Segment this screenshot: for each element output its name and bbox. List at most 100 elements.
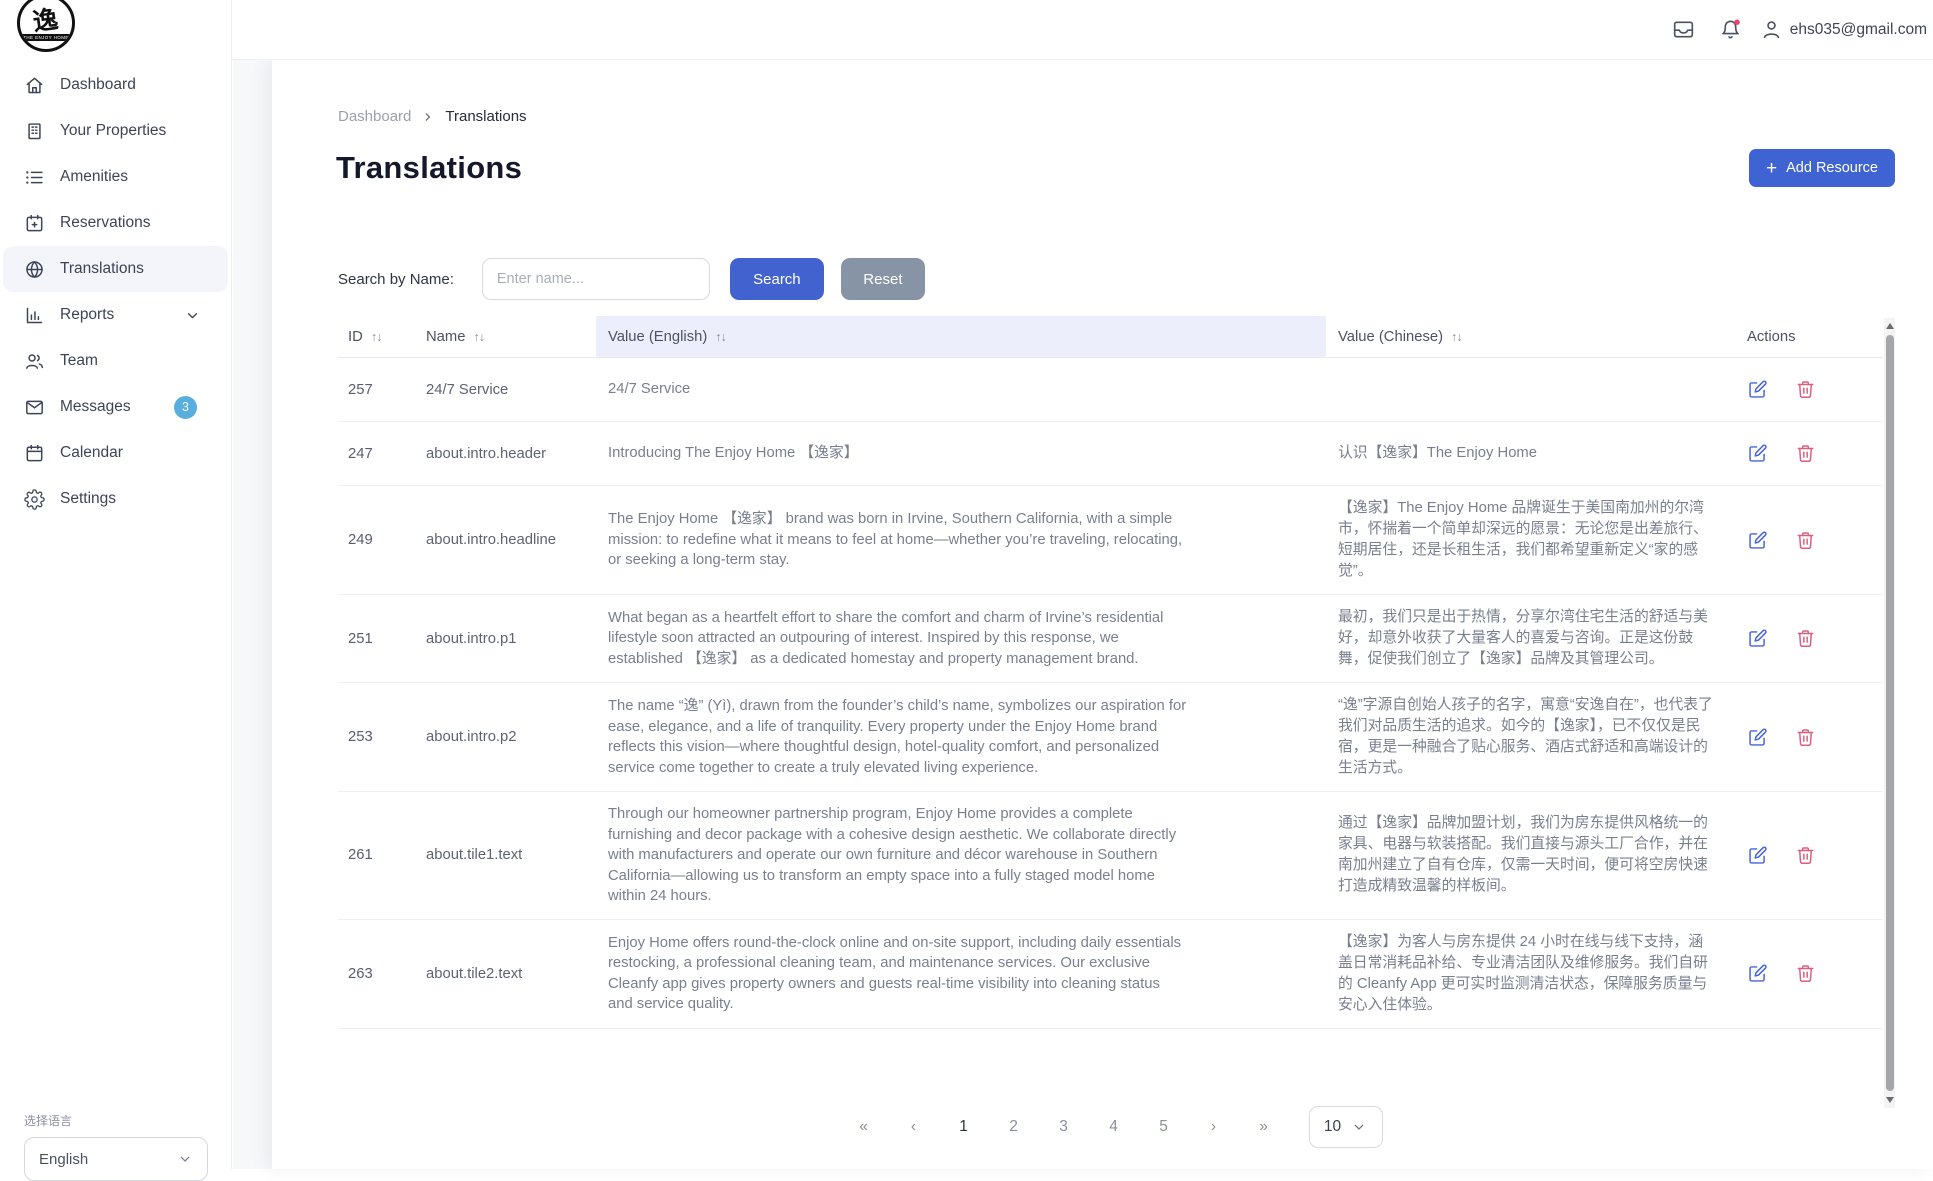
sidebar-item-settings[interactable]: Settings xyxy=(0,476,231,522)
sort-icon[interactable]: ↑↓ xyxy=(1451,330,1462,344)
pagination-page-4[interactable]: 4 xyxy=(1100,1118,1128,1136)
pagination-first[interactable]: « xyxy=(850,1118,878,1136)
trash-icon[interactable] xyxy=(1795,963,1816,984)
add-resource-button[interactable]: + Add Resource xyxy=(1749,149,1895,187)
cell-name: about.intro.p2 xyxy=(420,729,596,745)
edit-icon[interactable] xyxy=(1747,727,1768,748)
bar-chart-icon xyxy=(24,305,45,326)
breadcrumb-dashboard-link[interactable]: Dashboard xyxy=(338,108,411,125)
cell-value-english: Introducing The Enjoy Home 【逸家】 xyxy=(596,443,1326,464)
bell-icon[interactable] xyxy=(1719,18,1742,41)
page-size-select[interactable]: 10 xyxy=(1309,1106,1383,1148)
pagination-page-1[interactable]: 1 xyxy=(950,1118,978,1136)
gear-icon xyxy=(24,489,45,510)
cell-id: 251 xyxy=(338,631,420,647)
top-bar: ehs035@gmail.com xyxy=(232,0,1933,60)
sidebar-item-your-properties[interactable]: Your Properties xyxy=(0,108,231,154)
scrollbar-thumb[interactable] xyxy=(1886,335,1894,1091)
inbox-icon[interactable] xyxy=(1672,18,1695,41)
language-select[interactable]: English xyxy=(24,1137,208,1181)
sidebar-item-label: Amenities xyxy=(60,168,128,186)
add-resource-label: Add Resource xyxy=(1786,160,1878,176)
cell-value-chinese: 最初，我们只是出于热情，分享尔湾住宅生活的舒适与美好，却意外收获了大量客人的喜爱… xyxy=(1326,607,1733,670)
cell-id: 261 xyxy=(338,847,420,863)
trash-icon[interactable] xyxy=(1795,379,1816,400)
pagination-page-3[interactable]: 3 xyxy=(1050,1118,1078,1136)
page-title: Translations xyxy=(336,150,522,186)
scroll-down-arrow[interactable] xyxy=(1886,1097,1894,1103)
sidebar-item-label: Calendar xyxy=(60,444,123,462)
messages-count-badge: 3 xyxy=(174,396,197,419)
sidebar-item-team[interactable]: Team xyxy=(0,338,231,384)
sidebar-item-reservations[interactable]: Reservations xyxy=(0,200,231,246)
pagination-page-2[interactable]: 2 xyxy=(1000,1118,1028,1136)
column-header-name: Name xyxy=(426,329,465,345)
chevron-down-icon xyxy=(184,307,201,324)
sidebar-item-label: Reports xyxy=(60,306,114,324)
list-icon xyxy=(24,167,45,188)
search-input[interactable] xyxy=(482,258,710,300)
language-label: 选择语言 xyxy=(24,1112,208,1129)
search-button[interactable]: Search xyxy=(730,258,824,300)
user-icon[interactable] xyxy=(1760,18,1783,41)
table-scrollbar[interactable] xyxy=(1884,318,1895,1108)
scroll-up-arrow[interactable] xyxy=(1886,323,1894,329)
reset-button[interactable]: Reset xyxy=(841,258,925,300)
sidebar-item-label: Team xyxy=(60,352,98,370)
cell-value-english: The name “逸” (Yì), drawn from the founde… xyxy=(596,696,1326,778)
account-email[interactable]: ehs035@gmail.com xyxy=(1790,21,1927,39)
cell-value-english: What began as a heartfelt effort to shar… xyxy=(596,608,1326,670)
pagination-page-5[interactable]: 5 xyxy=(1150,1118,1178,1136)
cell-value-chinese: 认识【逸家】The Enjoy Home xyxy=(1326,443,1733,464)
notification-dot xyxy=(1734,19,1740,25)
edit-icon[interactable] xyxy=(1747,530,1768,551)
sidebar-item-calendar[interactable]: Calendar xyxy=(0,430,231,476)
trash-icon[interactable] xyxy=(1795,727,1816,748)
trash-icon[interactable] xyxy=(1795,628,1816,649)
pagination-last[interactable]: » xyxy=(1250,1118,1278,1136)
edit-icon[interactable] xyxy=(1747,963,1768,984)
sidebar-item-label: Translations xyxy=(60,260,144,278)
language-picker: 选择语言 English xyxy=(24,1112,208,1181)
table-row: 247 about.intro.header Introducing The E… xyxy=(338,422,1883,486)
chevron-down-icon xyxy=(1351,1119,1367,1135)
column-header-value-chinese: Value (Chinese) xyxy=(1338,329,1443,345)
sidebar-item-label: Messages xyxy=(60,398,131,416)
cell-id: 253 xyxy=(338,729,420,745)
brand-logo[interactable]: 逸 THE ENJOY HOME xyxy=(17,0,75,52)
pagination-prev[interactable]: ‹ xyxy=(900,1118,928,1136)
trash-icon[interactable] xyxy=(1795,530,1816,551)
table-row: 253 about.intro.p2 The name “逸” (Yì), dr… xyxy=(338,683,1883,792)
cell-id: 247 xyxy=(338,446,420,462)
cell-value-english: The Enjoy Home 【逸家】 brand was born in Ir… xyxy=(596,509,1326,571)
sidebar-item-messages[interactable]: Messages 3 xyxy=(0,384,231,430)
trash-icon[interactable] xyxy=(1795,443,1816,464)
calendar-plus-icon xyxy=(24,213,45,234)
sort-icon[interactable]: ↑↓ xyxy=(371,330,382,344)
cell-id: 249 xyxy=(338,532,420,548)
cell-value-english: Through our homeowner partnership progra… xyxy=(596,804,1326,907)
calendar-icon xyxy=(24,443,45,464)
building-icon xyxy=(24,121,45,142)
sidebar-item-dashboard[interactable]: Dashboard xyxy=(0,62,231,108)
edit-icon[interactable] xyxy=(1747,628,1768,649)
sidebar-item-reports[interactable]: Reports xyxy=(0,292,231,338)
edit-icon[interactable] xyxy=(1747,845,1768,866)
table-row: 249 about.intro.headline The Enjoy Home … xyxy=(338,486,1883,595)
sort-icon[interactable]: ↑↓ xyxy=(473,330,484,344)
cell-value-english: 24/7 Service xyxy=(596,379,1326,400)
table-row: 261 about.tile1.text Through our homeown… xyxy=(338,792,1883,920)
sidebar-item-amenities[interactable]: Amenities xyxy=(0,154,231,200)
edit-icon[interactable] xyxy=(1747,443,1768,464)
edit-icon[interactable] xyxy=(1747,379,1768,400)
cell-name: 24/7 Service xyxy=(420,382,596,398)
cell-id: 257 xyxy=(338,382,420,398)
cell-value-chinese: 【逸家】The Enjoy Home 品牌诞生于美国南加州的尔湾市，怀揣着一个简… xyxy=(1326,498,1733,582)
sidebar-item-translations[interactable]: Translations xyxy=(3,246,228,292)
sort-icon[interactable]: ↑↓ xyxy=(715,330,726,344)
breadcrumb: Dashboard Translations xyxy=(338,108,527,125)
trash-icon[interactable] xyxy=(1795,845,1816,866)
chevron-down-icon xyxy=(177,1151,193,1167)
plus-icon: + xyxy=(1766,159,1777,178)
pagination-next[interactable]: › xyxy=(1200,1118,1228,1136)
